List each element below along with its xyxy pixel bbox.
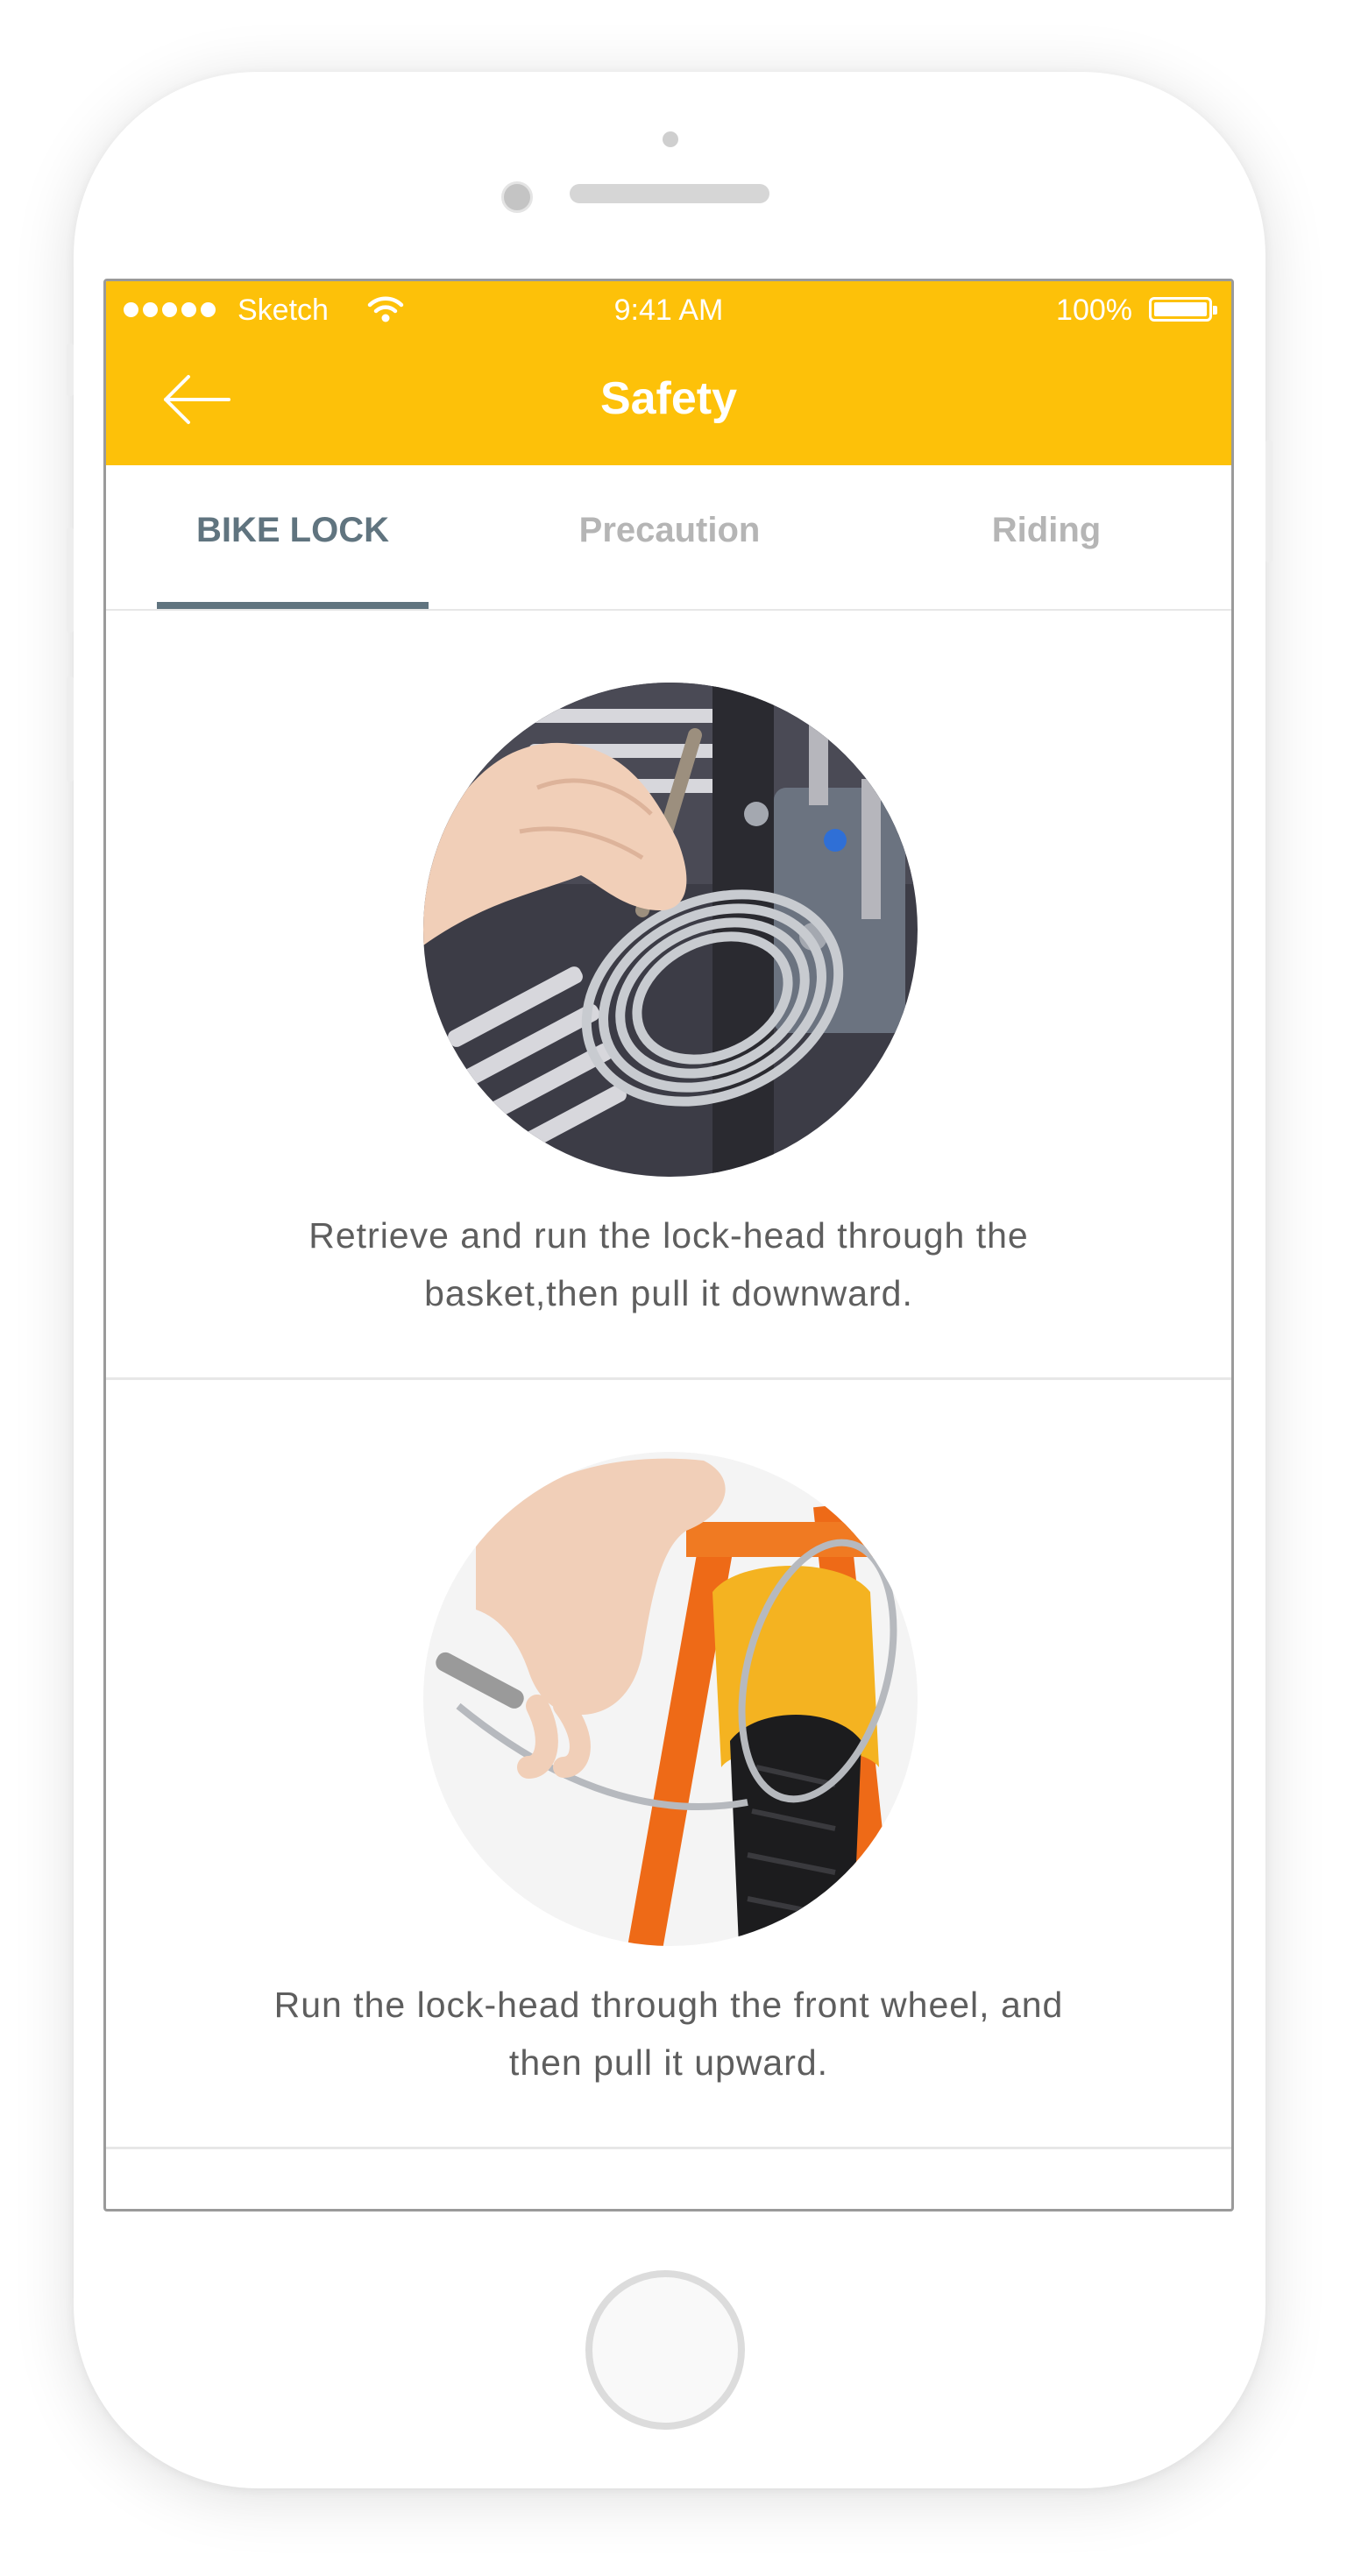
battery-icon [1149, 297, 1217, 322]
tab-bar: BIKE LOCK Precaution Riding [106, 465, 1231, 611]
lock-cable-basket-photo [423, 683, 918, 1177]
list-item: Retrieve and run the lock-head through t… [106, 611, 1231, 1380]
volume-up-button [67, 527, 74, 633]
proximity-sensor [663, 131, 678, 147]
tab-precaution[interactable]: Precaution [534, 511, 805, 550]
navigation-bar: Sketch 9:41 AM 100% Safety [106, 281, 1231, 465]
power-button [1265, 440, 1272, 563]
battery-percentage: 100% [1056, 294, 1132, 327]
front-camera [501, 181, 533, 213]
home-button[interactable] [585, 2270, 745, 2430]
tab-bike-lock[interactable]: BIKE LOCK [157, 511, 429, 550]
active-tab-indicator [157, 602, 429, 609]
status-bar: Sketch 9:41 AM 100% [106, 281, 1231, 339]
earpiece-speaker [570, 184, 769, 203]
step-caption-2: Run the lock-head through the front whee… [273, 1985, 1064, 2083]
tab-riding[interactable]: Riding [911, 511, 1182, 550]
app-screen: Sketch 9:41 AM 100% Safety BIKE LOCK Pre… [103, 279, 1234, 2212]
mute-switch [67, 343, 74, 396]
volume-down-button [67, 676, 74, 782]
list-item: Run the lock-head through the front whee… [106, 1380, 1231, 2149]
page-title: Safety [599, 373, 738, 424]
step-caption-1: Retrieve and run the lock-head through t… [308, 1215, 1029, 1313]
lock-cable-front-wheel-photo [423, 1452, 918, 1946]
